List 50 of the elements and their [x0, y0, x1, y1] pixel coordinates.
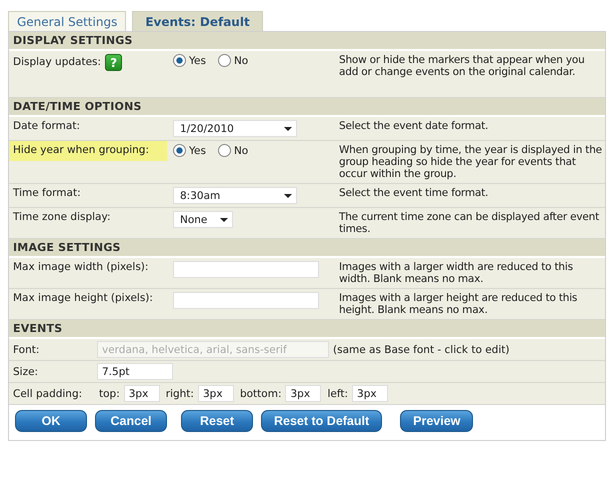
input-field[interactable]	[173, 261, 319, 278]
tab[interactable]: Events: Default	[132, 11, 263, 31]
section-heading: DATE/TIME OPTIONS	[9, 98, 605, 117]
field-label: Display updates:	[13, 56, 102, 69]
radio-button[interactable]	[173, 54, 186, 67]
field-description: When grouping by time, the year is displayed in the group heading so hide the year for events that occur within the group.	[338, 143, 603, 182]
radio-button[interactable]	[218, 144, 231, 157]
option-label: Yes	[189, 54, 206, 66]
action-button[interactable]: Preview	[400, 410, 474, 432]
field-description: Show or hide the markers that appear when you add or change events on the original calendar.	[338, 53, 586, 80]
field-label: Cell padding:	[13, 388, 84, 400]
field-label: left:	[327, 388, 348, 400]
input-field[interactable]: 3px	[352, 385, 388, 402]
radio-button[interactable]	[218, 54, 231, 67]
field-label: Font:	[13, 344, 40, 356]
input-field[interactable]	[173, 292, 319, 309]
dropdown[interactable]: None	[173, 211, 233, 228]
section-heading: DISPLAY SETTINGS	[9, 32, 605, 51]
field-label: top:	[99, 388, 120, 400]
field-description: Images with a larger height are reduced to this height. Blank means no max.	[338, 291, 578, 318]
field-label: Hide year when grouping:	[13, 144, 150, 157]
option-label: No	[234, 144, 248, 156]
tab[interactable]: General Settings	[8, 11, 126, 31]
action-button[interactable]: Reset	[181, 410, 253, 432]
input-field[interactable]: 3px	[285, 385, 322, 402]
radio-button[interactable]	[173, 144, 186, 157]
action-button[interactable]: OK	[15, 410, 87, 432]
field-label: right:	[166, 388, 194, 400]
field-label: Time zone display:	[13, 211, 110, 224]
option-label: No	[234, 54, 248, 66]
action-button[interactable]: Cancel	[95, 410, 167, 432]
dropdown[interactable]: 1/20/2010	[173, 120, 297, 137]
option-label: Yes	[189, 144, 206, 156]
field-description: Images with a larger width are reduced to this width. Blank means no max.	[338, 260, 574, 287]
section-heading: IMAGE SETTINGS	[9, 239, 605, 258]
field-description: Select the event date format.	[338, 119, 490, 134]
field-description: Select the event time format.	[338, 186, 490, 201]
action-button[interactable]: Reset to Default	[261, 410, 382, 432]
field-label: Time format:	[13, 187, 81, 200]
field-description: The current time zone can be displayed after event times.	[338, 210, 600, 237]
field-label: Size:	[13, 366, 40, 378]
field-label: bottom:	[240, 388, 282, 400]
input-field[interactable]: 7.5pt	[97, 363, 173, 380]
field-label: Max image height (pixels):	[13, 292, 153, 305]
input-field[interactable]: 3px	[124, 385, 160, 402]
section-heading: EVENTS	[9, 320, 605, 339]
input-field[interactable]: 3px	[198, 385, 234, 402]
field-label: Date format:	[13, 120, 80, 133]
dropdown[interactable]: 8:30am	[173, 187, 297, 204]
field-label: Max image width (pixels):	[13, 261, 148, 274]
